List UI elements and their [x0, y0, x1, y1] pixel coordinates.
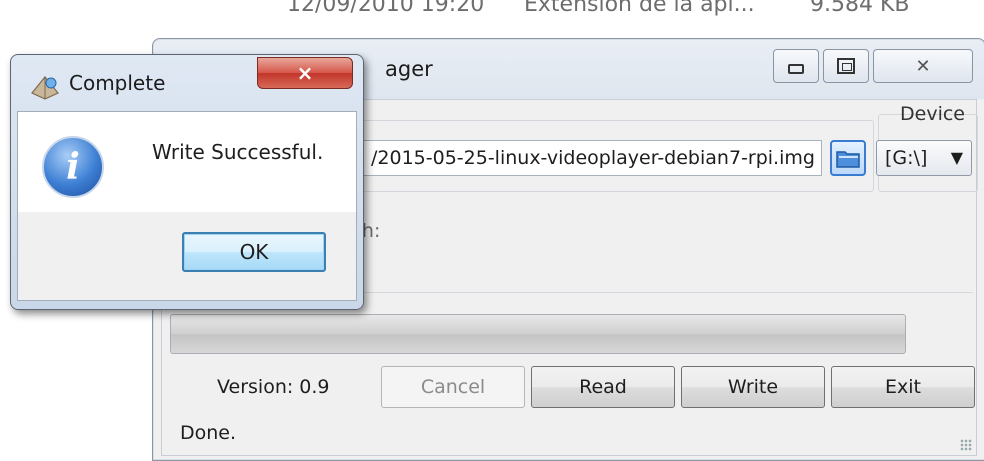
maximize-icon — [837, 58, 855, 74]
complete-dialog: Complete × i Write Successful. OK — [10, 54, 364, 310]
close-icon: × — [296, 61, 314, 85]
browse-folder-button[interactable] — [830, 140, 866, 176]
file-size: 9.584 KB — [810, 0, 910, 17]
dialog-message: Write Successful. — [152, 140, 324, 164]
dialog-title: Complete — [69, 71, 166, 95]
close-icon: ✕ — [915, 55, 931, 77]
ok-button[interactable]: OK — [182, 232, 326, 272]
window-title: ager — [385, 57, 433, 81]
background-file-row: 12/09/2010 19:20 Extensión de la apl... … — [0, 0, 984, 36]
device-select[interactable]: [G:\] ▼ — [876, 140, 972, 176]
cancel-button[interactable]: Cancel — [381, 366, 525, 408]
device-label: Device — [900, 103, 965, 125]
exit-button[interactable]: Exit — [831, 366, 975, 408]
dialog-message-area: i Write Successful. — [18, 112, 356, 212]
status-text: Done. — [180, 422, 237, 444]
version-label: Version: 0.9 — [217, 376, 330, 398]
file-date: 12/09/2010 19:20 — [287, 0, 485, 17]
image-file-input[interactable]: /2015-05-25-linux-videoplayer-debian7-rp… — [352, 140, 822, 176]
minimize-button[interactable] — [773, 49, 819, 83]
dialog-close-button[interactable]: × — [257, 57, 353, 89]
maximize-button[interactable] — [823, 49, 869, 83]
window-close-button[interactable]: ✕ — [873, 49, 973, 83]
dialog-body: i Write Successful. OK — [17, 111, 357, 301]
write-button[interactable]: Write — [681, 366, 825, 408]
folder-icon — [836, 151, 860, 168]
minimize-icon — [788, 64, 804, 74]
chevron-down-icon: ▼ — [950, 148, 963, 167]
read-button[interactable]: Read — [531, 366, 675, 408]
file-type: Extensión de la apl... — [524, 0, 755, 17]
progress-bar — [170, 314, 906, 354]
device-value: [G:\] — [885, 147, 928, 169]
app-icon — [31, 76, 59, 100]
info-icon: i — [42, 136, 104, 198]
resize-grip-icon[interactable] — [960, 439, 972, 451]
